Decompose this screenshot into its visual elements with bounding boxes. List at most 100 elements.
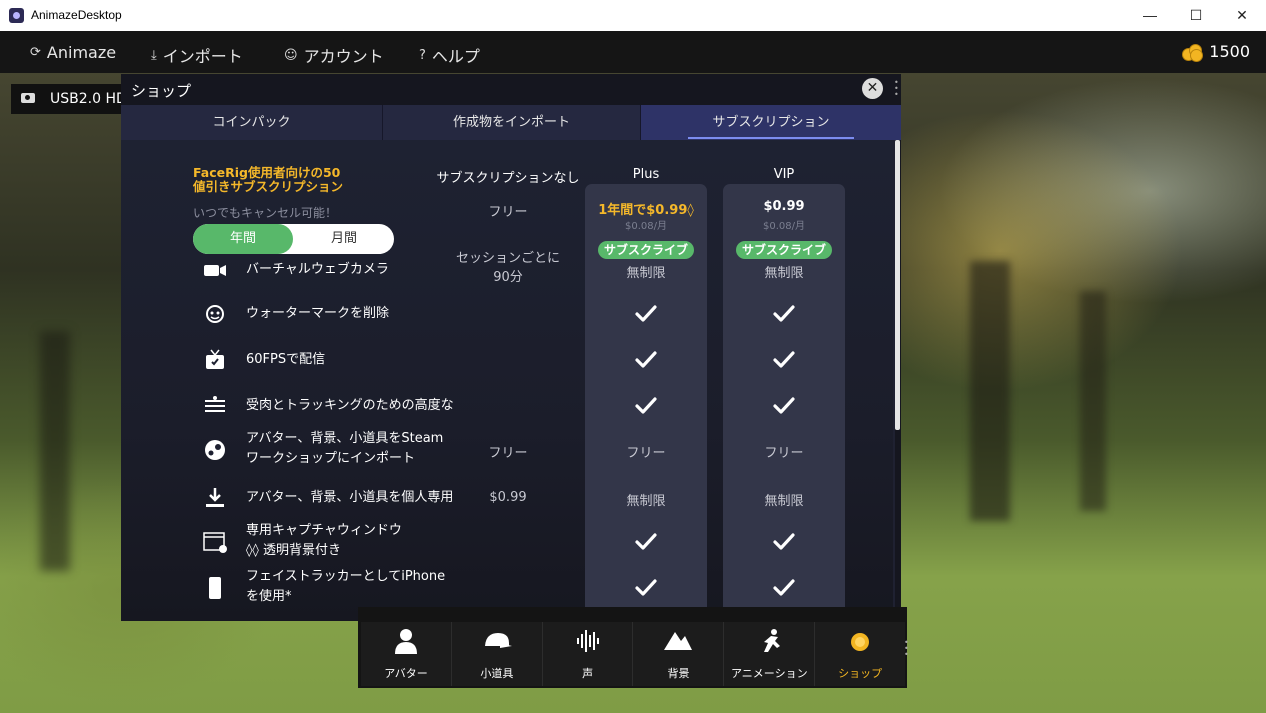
feature-label: 受肉とトラッキングのための高度な — [246, 398, 454, 413]
nav-props[interactable]: 小道具 — [452, 622, 543, 686]
menu-item-import[interactable]: ⤓ インポート — [151, 43, 243, 67]
plus-check-icon — [585, 396, 707, 420]
shop-header: ショップ ✕ • • • — [121, 74, 901, 105]
column-header-plus: Plus — [632, 167, 660, 182]
vip-price: $0.99 — [763, 199, 805, 214]
phone-icon — [203, 576, 227, 600]
shop-title: ショップ — [131, 82, 192, 100]
shop-tabs: コインパック 作成物をインポート サブスクリプション — [121, 105, 901, 140]
feature-label: アバター、背景、小道具をSteam ワークショップにインポート — [246, 431, 444, 466]
nav-label: アバター — [384, 667, 428, 680]
plus-plan-cell: 無制限 — [626, 494, 666, 509]
free-price: フリー — [488, 205, 528, 220]
feature-label: 専用キャプチャウィンドウ ◊◊ 透明背景付き — [246, 523, 402, 558]
feature-label: バーチャルウェブカメラ — [246, 262, 389, 277]
close-window-button[interactable]: ✕ — [1219, 0, 1265, 31]
top-menu-bar: ⟳ Animaze ⤓ インポート ☺ アカウント ? ヘルプ 1500 — [0, 31, 1266, 73]
tab-import-creations[interactable]: 作成物をインポート — [383, 105, 641, 140]
app-icon — [9, 8, 24, 23]
plus-check-icon — [585, 532, 707, 556]
tab-coin-pack[interactable]: コインパック — [121, 105, 383, 140]
camera-icon — [203, 258, 227, 282]
animaze-icon: ⟳ — [30, 45, 41, 60]
plus-price-monthly: $0.08/月 — [625, 221, 667, 232]
coin-count: 1500 — [1209, 42, 1250, 61]
nav-shop[interactable]: ショップ — [815, 622, 905, 686]
vip-check-icon — [723, 304, 845, 328]
vip-check-icon — [723, 578, 845, 602]
menu-item-label: アカウント — [303, 47, 384, 66]
column-header-free: サブスクリプションなし — [436, 171, 580, 186]
plus-plan-cell: フリー — [626, 446, 666, 461]
nav-label: 背景 — [667, 667, 690, 680]
background-icon — [664, 632, 693, 650]
scrollbar-thumb[interactable] — [895, 140, 900, 430]
download-icon — [203, 486, 227, 510]
shop-dialog: ショップ ✕ • • • コインパック 作成物をインポート サブスクリプション Fa… — [121, 74, 901, 621]
nav-label: 小道具 — [480, 667, 514, 680]
watermark-icon — [203, 302, 227, 326]
coins-icon — [1182, 43, 1204, 62]
menu-item-label: インポート — [162, 47, 243, 66]
camera-icon — [21, 93, 35, 103]
cancel-note: いつでもキャンセル可能！ — [193, 206, 338, 220]
help-icon: ? — [419, 47, 426, 63]
scrollbar[interactable] — [895, 140, 901, 621]
vip-subscribe-button[interactable]: サブスクライブ — [736, 241, 832, 259]
vip-price-monthly: $0.08/月 — [763, 221, 805, 232]
vip-plan-cell: 無制限 — [764, 266, 804, 281]
subscription-panel: FaceRig使用者向けの50 値引きサブスクリプション いつでもキャンセル可能… — [121, 140, 893, 621]
free-plan-cell: フリー — [488, 446, 528, 461]
feature-label: アバター、背景、小道具を個人専用 — [246, 490, 454, 505]
feature-label: フェイストラッカーとしてiPhone を使用* — [246, 569, 446, 604]
avatar-icon — [395, 629, 417, 654]
plus-price: 1年間で$0.99◊ — [598, 203, 694, 218]
free-plan-cell: セッションごとに 90分 — [455, 251, 560, 285]
vip-check-icon — [723, 396, 845, 420]
vip-plan-cell: フリー — [764, 446, 804, 461]
nav-background[interactable]: 背景 — [633, 622, 725, 686]
billing-period-toggle[interactable]: 年間 月間 — [193, 224, 394, 254]
nav-animation[interactable]: アニメーション — [724, 622, 816, 686]
window-icon — [203, 530, 227, 554]
account-icon: ☺ — [284, 47, 298, 63]
free-plan-cell: $0.99 — [489, 490, 527, 505]
vip-check-icon — [723, 532, 845, 556]
tracking-icon — [203, 394, 227, 418]
voice-icon — [576, 630, 599, 652]
nav-voice[interactable]: 声 — [543, 622, 634, 686]
nav-label: 声 — [582, 667, 594, 680]
menu-item-account[interactable]: ☺ アカウント — [284, 43, 384, 67]
drag-handle-icon[interactable]: • • • — [904, 639, 909, 659]
column-header-vip: VIP — [773, 167, 795, 182]
toggle-monthly[interactable]: 月間 — [294, 224, 394, 254]
offer-title: FaceRig使用者向けの50 値引きサブスクリプション — [193, 165, 344, 194]
plus-plan-cell: 無制限 — [626, 266, 666, 281]
plus-check-icon — [585, 304, 707, 328]
vip-plan-cell: 無制限 — [764, 494, 804, 509]
close-icon[interactable]: ✕ — [862, 78, 883, 99]
coin-balance[interactable]: 1500 — [1182, 42, 1250, 62]
menu-item-label: ヘルプ — [431, 47, 480, 66]
animation-icon — [764, 629, 781, 652]
feature-label: ウォーターマークを削除 — [246, 306, 390, 321]
bottom-navigation: アバター 小道具 声 背景 アニメーション ショップ • • • — [358, 607, 909, 688]
plus-check-icon — [585, 350, 707, 374]
nav-avatar[interactable]: アバター — [361, 622, 452, 686]
menu-item-help[interactable]: ? ヘルプ — [419, 43, 480, 67]
props-icon — [484, 633, 512, 648]
tab-subscription[interactable]: サブスクリプション — [641, 105, 901, 140]
shop-icon — [851, 633, 870, 651]
plus-subscribe-button[interactable]: サブスクライブ — [598, 241, 694, 259]
download-icon: ⤓ — [151, 47, 157, 63]
nav-label: ショップ — [838, 667, 883, 680]
tv-icon — [203, 348, 227, 372]
vip-check-icon — [723, 350, 845, 374]
menu-item-animaze[interactable]: ⟳ Animaze — [30, 43, 116, 62]
nav-label: アニメーション — [731, 667, 808, 680]
maximize-button[interactable]: ☐ — [1173, 0, 1219, 31]
minimize-button[interactable]: — — [1127, 0, 1173, 31]
window-titlebar: AnimazeDesktop — ☐ ✕ — [0, 0, 1266, 31]
drag-handle-icon[interactable]: • • • — [894, 79, 899, 99]
toggle-yearly[interactable]: 年間 — [193, 224, 293, 254]
